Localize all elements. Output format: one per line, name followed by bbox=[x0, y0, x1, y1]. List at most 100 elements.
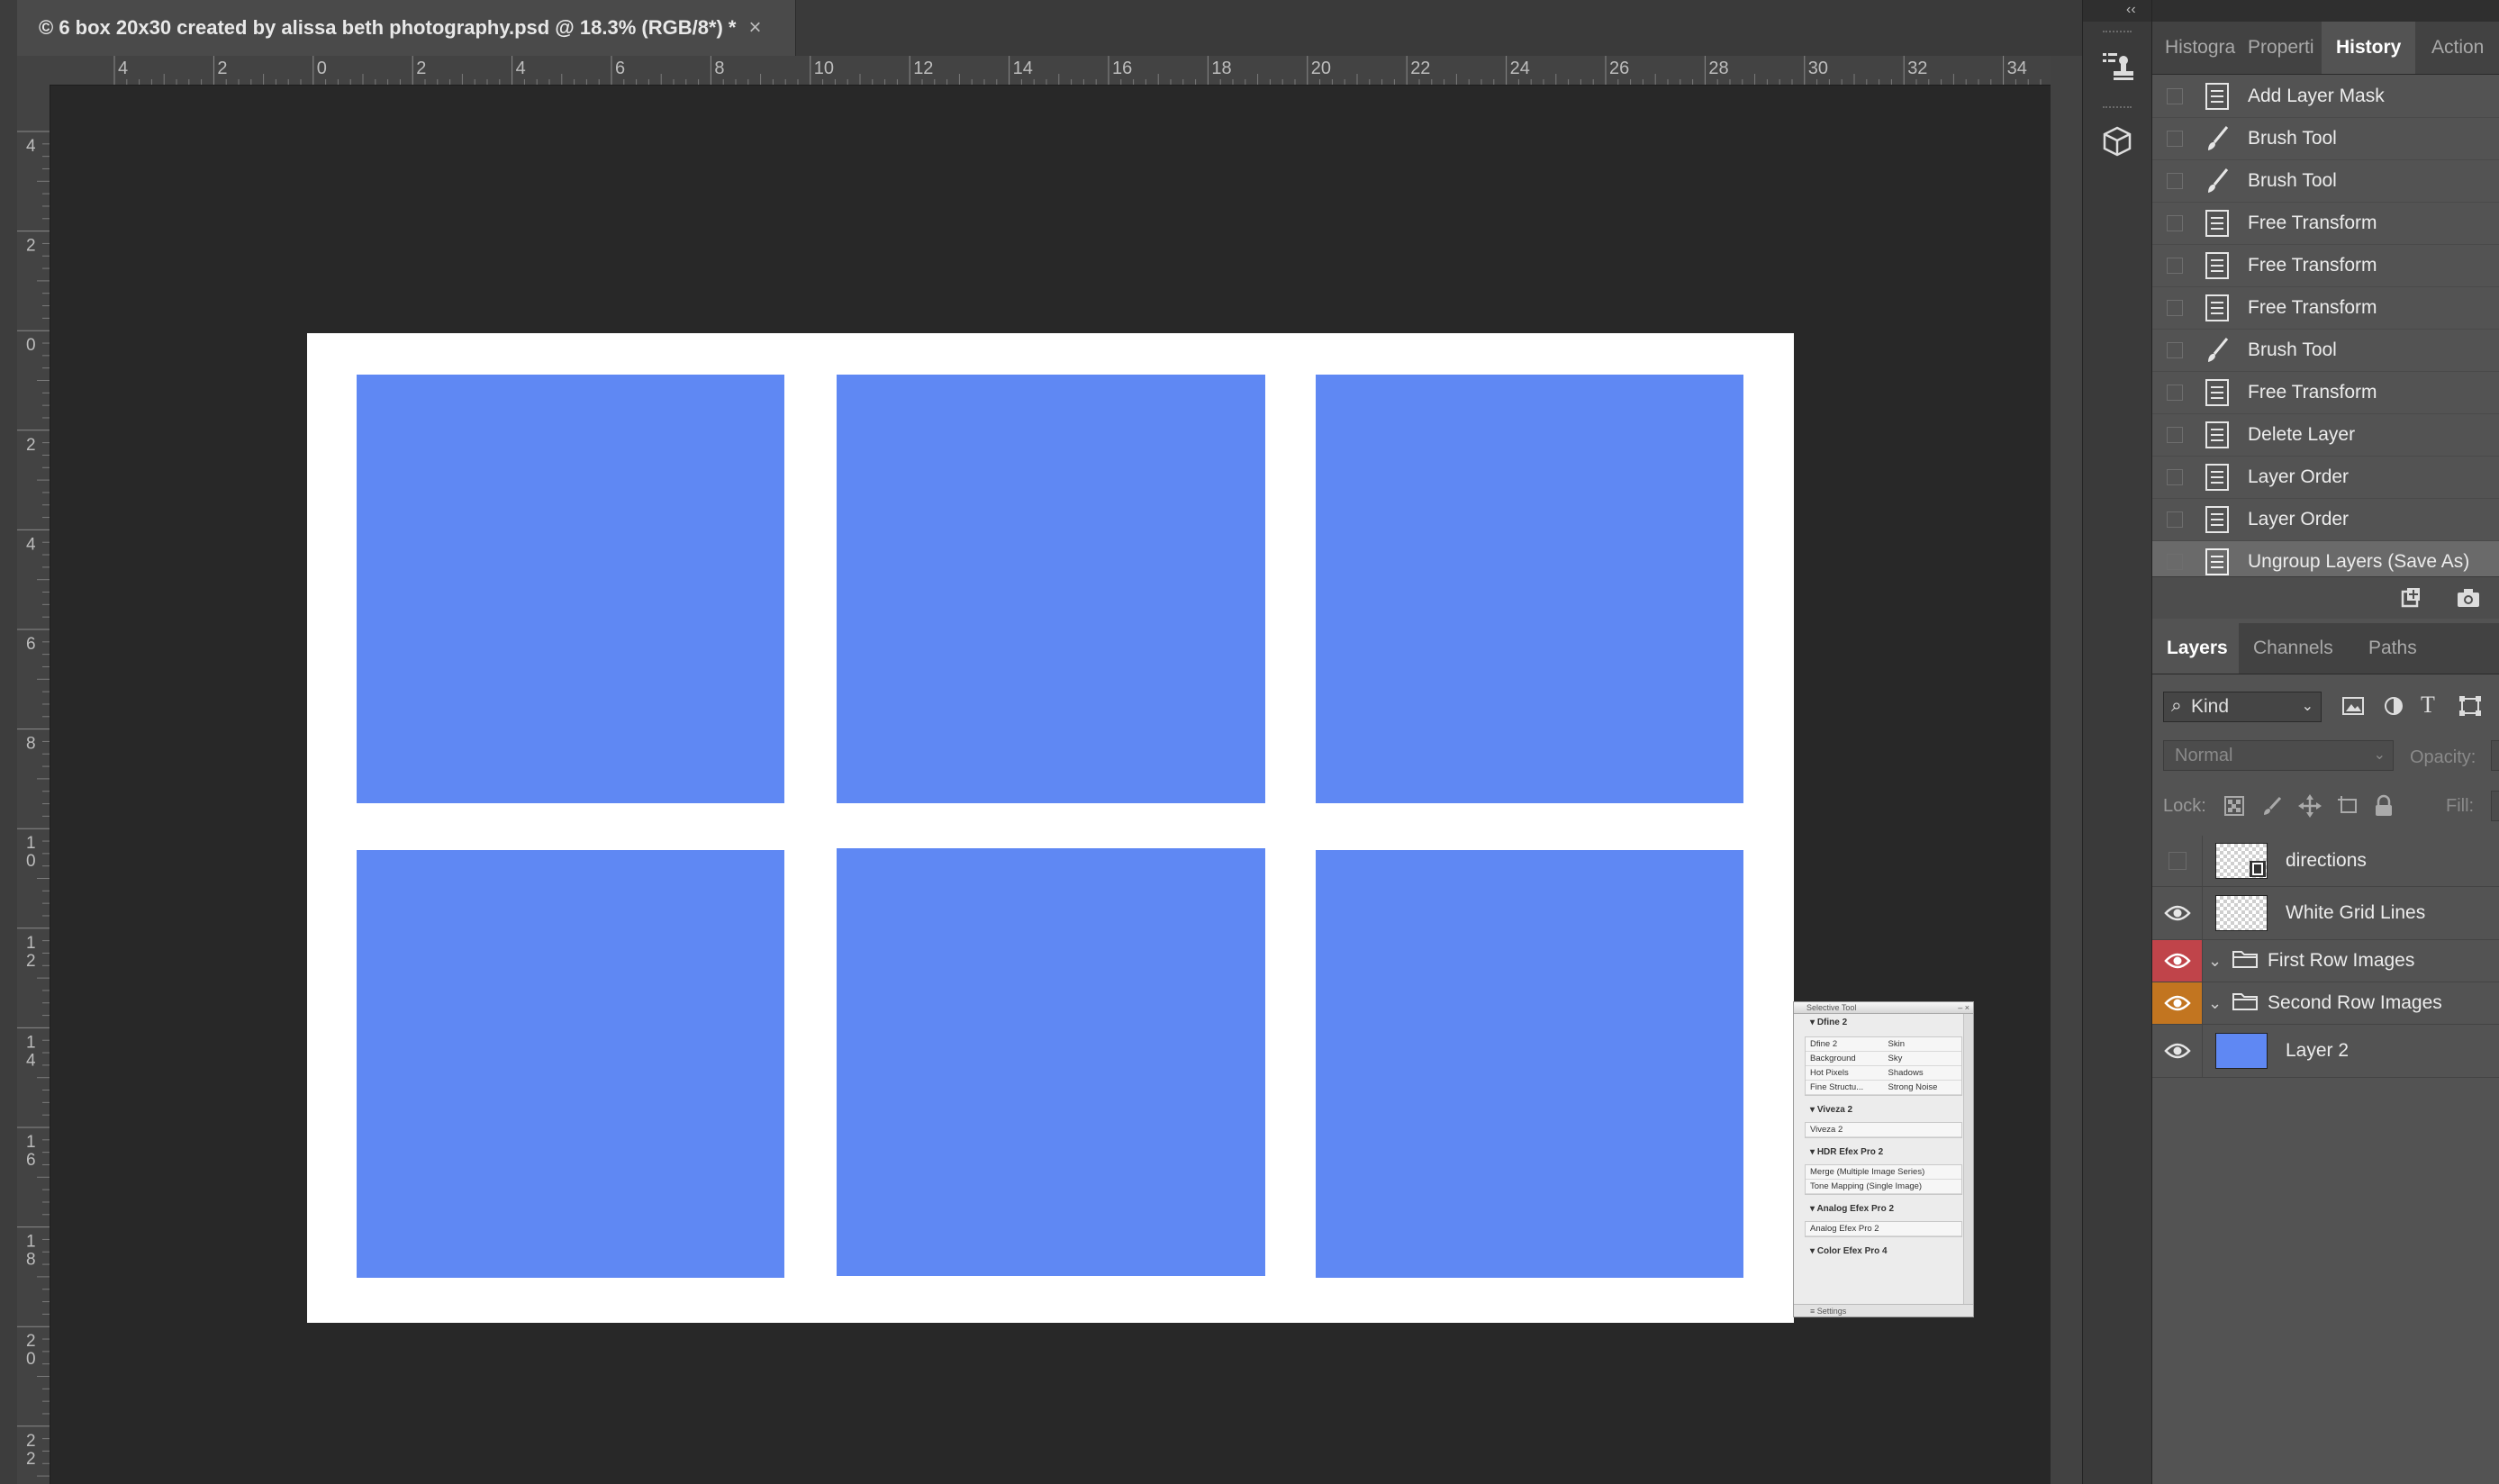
history-brush-source-checkbox[interactable] bbox=[2167, 469, 2183, 485]
visibility-eye-icon[interactable] bbox=[2152, 1025, 2203, 1077]
dfine-option[interactable]: Background bbox=[1806, 1052, 1884, 1066]
3d-button[interactable] bbox=[2083, 106, 2151, 176]
history-brush-source-checkbox[interactable] bbox=[2167, 258, 2183, 274]
dfine-option[interactable]: Skin bbox=[1883, 1037, 1961, 1052]
history-item[interactable]: Free Transform bbox=[2152, 287, 2499, 330]
document-icon bbox=[2199, 290, 2235, 326]
history-item[interactable]: Delete Layer bbox=[2152, 414, 2499, 457]
layer-group-second-row-images[interactable]: ⌄ Second Row Images bbox=[2152, 982, 2499, 1025]
layer-row-directions[interactable]: directions bbox=[2152, 836, 2499, 887]
history-brush-source-checkbox[interactable] bbox=[2167, 554, 2183, 570]
lock-all-icon[interactable] bbox=[2374, 794, 2394, 822]
analog-option[interactable]: Analog Efex Pro 2 bbox=[1806, 1222, 1961, 1236]
layer-row-white-grid-lines[interactable]: White Grid Lines bbox=[2152, 887, 2499, 940]
history-brush-source-checkbox[interactable] bbox=[2167, 385, 2183, 401]
history-brush-source-checkbox[interactable] bbox=[2167, 131, 2183, 147]
document-icon bbox=[2199, 459, 2235, 495]
new-document-from-state-icon[interactable] bbox=[2397, 584, 2424, 616]
layer-group-first-row-images[interactable]: ⌄ First Row Images bbox=[2152, 940, 2499, 982]
filter-shape-layer-icon[interactable] bbox=[2458, 695, 2482, 721]
hdr-option[interactable]: Merge (Multiple Image Series) bbox=[1806, 1165, 1961, 1180]
document-tab[interactable]: © 6 box 20x30 created by alissa beth pho… bbox=[17, 0, 796, 56]
tab-layers[interactable]: Layers bbox=[2152, 623, 2239, 674]
chevron-down-icon[interactable]: ⌄ bbox=[2208, 994, 2228, 1013]
visibility-eye-icon[interactable] bbox=[2152, 982, 2203, 1024]
dfine-option[interactable]: Sky bbox=[1883, 1052, 1961, 1066]
chevron-down-icon[interactable]: ⌄ bbox=[2208, 952, 2228, 971]
history-item[interactable]: Layer Order bbox=[2152, 499, 2499, 541]
tab-channels[interactable]: Channels bbox=[2239, 623, 2354, 674]
opacity-field[interactable] bbox=[2491, 740, 2499, 771]
visibility-eye-icon[interactable] bbox=[2152, 887, 2203, 939]
image-cell-5[interactable] bbox=[837, 848, 1265, 1276]
close-tab-icon[interactable]: × bbox=[749, 15, 762, 41]
lock-transparent-pixels-icon[interactable] bbox=[2224, 796, 2244, 820]
panel-top-grip[interactable] bbox=[2152, 0, 2499, 22]
history-item[interactable]: Brush Tool bbox=[2152, 160, 2499, 203]
selective-tool-settings[interactable]: ≡ Settings bbox=[1794, 1304, 1973, 1317]
selective-tool-titlebar[interactable]: Selective Tool – × bbox=[1794, 1002, 1973, 1014]
selective-tool-scrollbar[interactable] bbox=[1963, 1014, 1973, 1304]
filter-type-layer-icon[interactable]: T bbox=[2421, 692, 2435, 719]
history-brush-source-checkbox[interactable] bbox=[2167, 511, 2183, 528]
viveza-option[interactable]: Viveza 2 bbox=[1806, 1123, 1961, 1137]
ruler-corner[interactable] bbox=[17, 56, 50, 86]
section-hdr-efex[interactable]: ▾ HDR Efex Pro 2 bbox=[1794, 1144, 1973, 1161]
close-icon[interactable]: – × bbox=[1958, 1002, 1969, 1013]
tab-paths[interactable]: Paths bbox=[2354, 623, 2448, 674]
clone-source-button[interactable] bbox=[2083, 31, 2151, 101]
section-dfine[interactable]: ▾ Dfine 2 bbox=[1794, 1014, 1973, 1031]
history-brush-source-checkbox[interactable] bbox=[2167, 173, 2183, 189]
visibility-eye-icon[interactable] bbox=[2152, 940, 2203, 982]
selective-tool-panel[interactable]: Selective Tool – × ▾ Dfine 2 Dfine 2 Ski… bbox=[1793, 1001, 1974, 1317]
section-color-efex[interactable]: ▾ Color Efex Pro 4 bbox=[1794, 1243, 1973, 1260]
history-item[interactable]: Free Transform bbox=[2152, 245, 2499, 287]
visibility-toggle-off[interactable] bbox=[2152, 836, 2203, 886]
vertical-ruler[interactable]: 420246810121416182022 bbox=[17, 85, 50, 1484]
history-item[interactable]: Brush Tool bbox=[2152, 330, 2499, 372]
collapse-panels-bar[interactable]: ‹‹ bbox=[2083, 0, 2151, 22]
lock-image-pixels-icon[interactable] bbox=[2262, 796, 2282, 820]
history-item[interactable]: Free Transform bbox=[2152, 203, 2499, 245]
blend-mode-select[interactable]: Normal ⌄ bbox=[2163, 740, 2394, 771]
dfine-option[interactable]: Shadows bbox=[1883, 1066, 1961, 1081]
horizontal-ruler[interactable]: 4 2 0 2 4 6 8 10 12 14 16 18 20 22 24 26 28 30 32 34 bbox=[50, 56, 2051, 86]
history-brush-source-checkbox[interactable] bbox=[2167, 215, 2183, 231]
filter-kind-select[interactable]: ⌕ Kind ⌄ bbox=[2163, 692, 2322, 722]
lock-position-icon[interactable] bbox=[2298, 794, 2322, 822]
dfine-option[interactable]: Dfine 2 bbox=[1806, 1037, 1884, 1052]
dfine-option[interactable]: Hot Pixels bbox=[1806, 1066, 1884, 1081]
history-item[interactable]: Brush Tool bbox=[2152, 118, 2499, 160]
artboard-white-grid[interactable] bbox=[307, 333, 1794, 1323]
filter-pixel-layer-icon[interactable] bbox=[2341, 695, 2365, 721]
snapshot-camera-icon[interactable] bbox=[2455, 584, 2482, 616]
history-item[interactable]: Add Layer Mask bbox=[2152, 76, 2499, 118]
image-cell-3[interactable] bbox=[1316, 375, 1743, 803]
lock-artboard-icon[interactable] bbox=[2336, 794, 2359, 822]
history-brush-source-checkbox[interactable] bbox=[2167, 88, 2183, 104]
history-brush-source-checkbox[interactable] bbox=[2167, 300, 2183, 316]
history-item[interactable]: Free Transform bbox=[2152, 372, 2499, 414]
dfine-option[interactable]: Fine Structu... bbox=[1806, 1081, 1884, 1095]
fill-field[interactable] bbox=[2491, 791, 2499, 821]
history-brush-source-checkbox[interactable] bbox=[2167, 342, 2183, 358]
image-cell-2[interactable] bbox=[837, 375, 1265, 803]
tab-histogram[interactable]: Histogra bbox=[2152, 22, 2237, 74]
history-item[interactable]: Layer Order bbox=[2152, 457, 2499, 499]
ruler-label: 6 bbox=[615, 59, 625, 78]
layer-row-layer-2[interactable]: Layer 2 bbox=[2152, 1025, 2499, 1078]
section-analog-efex[interactable]: ▾ Analog Efex Pro 2 bbox=[1794, 1200, 1973, 1217]
document-tab-title: © 6 box 20x30 created by alissa beth pho… bbox=[39, 16, 737, 39]
tab-history[interactable]: History bbox=[2322, 22, 2415, 74]
collapse-icon[interactable]: ‹‹ bbox=[2126, 2, 2136, 18]
image-cell-4[interactable] bbox=[357, 850, 784, 1278]
section-viveza[interactable]: ▾ Viveza 2 bbox=[1794, 1101, 1973, 1118]
filter-adjustment-layer-icon[interactable] bbox=[2383, 695, 2404, 721]
hdr-option[interactable]: Tone Mapping (Single Image) bbox=[1806, 1180, 1961, 1194]
dfine-option[interactable]: Strong Noise bbox=[1883, 1081, 1961, 1095]
tab-properties[interactable]: Properti bbox=[2237, 22, 2322, 74]
history-brush-source-checkbox[interactable] bbox=[2167, 427, 2183, 443]
tab-actions[interactable]: Action bbox=[2415, 22, 2484, 74]
image-cell-1[interactable] bbox=[357, 375, 784, 803]
image-cell-6[interactable] bbox=[1316, 850, 1743, 1278]
